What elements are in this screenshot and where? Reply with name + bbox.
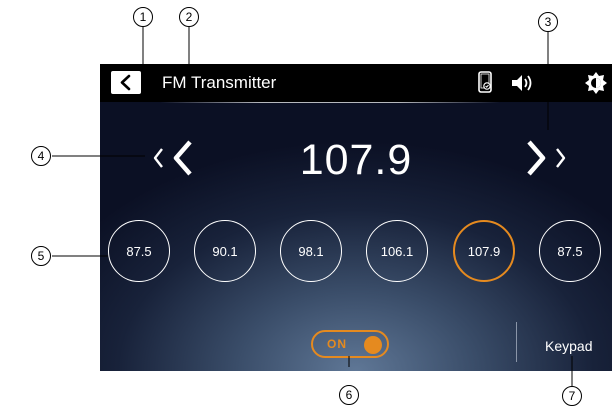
callout-4: 4 xyxy=(31,146,51,166)
callout-leaders xyxy=(52,27,573,387)
callout-1: 1 xyxy=(133,7,153,27)
callout-6: 6 xyxy=(339,385,359,405)
callout-2: 2 xyxy=(179,7,199,27)
callout-5: 5 xyxy=(31,246,51,266)
callout-3: 3 xyxy=(538,12,558,32)
callout-7: 7 xyxy=(562,386,582,406)
